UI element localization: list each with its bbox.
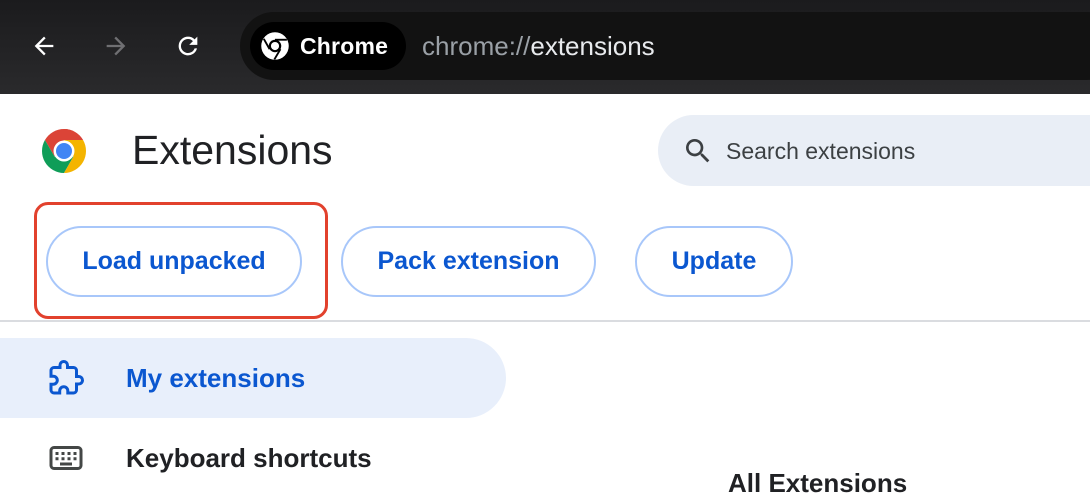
search-box[interactable] xyxy=(658,115,1090,186)
section-heading: All Extensions xyxy=(728,468,908,498)
back-arrow-icon xyxy=(34,36,54,56)
sidebar-item-my-extensions[interactable]: My extensions xyxy=(0,338,506,418)
reload-button[interactable] xyxy=(166,24,210,68)
pack-extension-button[interactable]: Pack extension xyxy=(341,226,596,297)
keyboard-icon xyxy=(49,446,83,470)
header-divider xyxy=(0,320,1090,322)
url-scheme: chrome:// xyxy=(422,31,531,61)
chrome-logo-icon xyxy=(42,129,86,173)
browser-toolbar: Chrome chrome://extensions xyxy=(0,0,1090,94)
chrome-logo-icon xyxy=(261,32,289,60)
search-input[interactable] xyxy=(726,135,1090,167)
chip-label: Chrome xyxy=(300,32,389,59)
site-info-chip[interactable]: Chrome xyxy=(250,22,406,70)
sidebar-item-keyboard-shortcuts[interactable]: Keyboard shortcuts xyxy=(0,418,506,498)
puzzle-icon xyxy=(49,360,84,395)
forward-button[interactable] xyxy=(94,24,138,68)
sidebar-item-label: My extensions xyxy=(126,362,306,393)
url-host: extensions xyxy=(530,31,655,61)
search-icon xyxy=(686,139,710,163)
forward-arrow-icon xyxy=(106,36,126,56)
address-bar[interactable]: Chrome chrome://extensions xyxy=(240,12,1090,80)
sidebar-item-label: Keyboard shortcuts xyxy=(126,442,372,473)
url-text[interactable]: chrome://extensions xyxy=(422,31,655,62)
page-title: Extensions xyxy=(132,127,333,173)
load-unpacked-button[interactable]: Load unpacked xyxy=(46,226,302,297)
back-button[interactable] xyxy=(22,24,66,68)
reload-icon xyxy=(178,36,198,56)
update-button[interactable]: Update xyxy=(635,226,793,297)
